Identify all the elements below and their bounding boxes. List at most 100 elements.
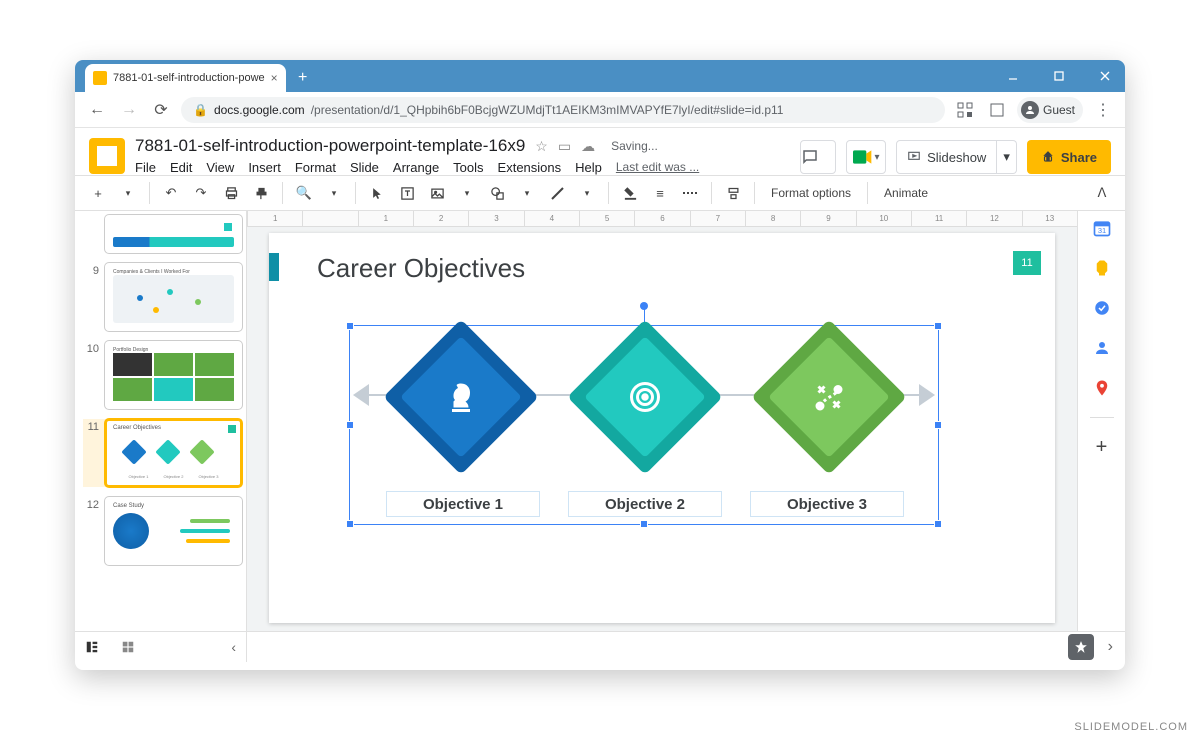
menu-help[interactable]: Help: [575, 160, 602, 175]
menu-format[interactable]: Format: [295, 160, 336, 175]
collapse-filmstrip-button[interactable]: ‹: [231, 639, 236, 655]
objective-2-label[interactable]: Objective 2: [568, 491, 722, 517]
back-button[interactable]: ←: [85, 98, 109, 122]
line-tool[interactable]: [544, 180, 570, 206]
qr-icon[interactable]: [953, 98, 977, 122]
select-tool[interactable]: [364, 180, 390, 206]
slide-thumb-10[interactable]: 10Portfolio Design: [83, 341, 242, 409]
expand-sidepanel-button[interactable]: ›: [1108, 638, 1113, 656]
browser-menu-button[interactable]: ⋮: [1091, 98, 1115, 122]
watermark: SLIDEMODEL.COM: [1074, 721, 1188, 733]
avatar-icon: [1021, 101, 1039, 119]
diamond-2[interactable]: [590, 342, 700, 452]
image-dropdown[interactable]: ▾: [454, 180, 480, 206]
slideshow-dropdown[interactable]: ▾: [997, 140, 1017, 174]
menu-file[interactable]: File: [135, 160, 156, 175]
slide-thumb-12[interactable]: 12Case Study: [83, 497, 242, 565]
url-input[interactable]: 🔒 docs.google.com/presentation/d/1_QHpbi…: [181, 97, 945, 123]
profile-button[interactable]: Guest: [1017, 97, 1083, 123]
keep-icon[interactable]: [1091, 257, 1113, 279]
menu-insert[interactable]: Insert: [248, 160, 281, 175]
minimize-button[interactable]: [999, 62, 1027, 90]
contacts-icon[interactable]: [1091, 337, 1113, 359]
paint-format-button[interactable]: [248, 180, 274, 206]
canvas-area[interactable]: 112345678910111213 Career Objectives 11: [247, 211, 1077, 631]
doc-title[interactable]: 7881-01-self-introduction-powerpoint-tem…: [135, 136, 525, 156]
format-options-button[interactable]: Format options: [763, 186, 859, 200]
comments-button[interactable]: [800, 140, 836, 174]
animate-button[interactable]: Animate: [876, 186, 936, 200]
resize-handle-br[interactable]: [934, 520, 942, 528]
diamond-1[interactable]: [406, 342, 516, 452]
new-tab-button[interactable]: +: [292, 67, 314, 89]
resize-handle-tr[interactable]: [934, 322, 942, 330]
slideshow-button[interactable]: Slideshow: [896, 140, 997, 174]
menu-edit[interactable]: Edit: [170, 160, 192, 175]
slides-logo-icon[interactable]: [89, 138, 125, 174]
profile-label: Guest: [1043, 103, 1075, 117]
slide-canvas[interactable]: Career Objectives 11: [269, 233, 1055, 623]
cloud-saving-icon: ☁: [581, 138, 595, 155]
fill-color-button[interactable]: [617, 180, 643, 206]
textbox-tool[interactable]: [394, 180, 420, 206]
target-icon: [627, 379, 663, 415]
slide-thumb-11[interactable]: 11Career ObjectivesObjective 1Objective …: [83, 419, 242, 487]
last-edit-link[interactable]: Last edit was ...: [616, 160, 699, 175]
border-dash-icon[interactable]: [677, 180, 703, 206]
meet-button[interactable]: ▾: [846, 140, 886, 174]
undo-button[interactable]: ↶: [158, 180, 184, 206]
resize-handle-bl[interactable]: [346, 520, 354, 528]
close-tab-icon[interactable]: ×: [271, 71, 278, 85]
slide-title[interactable]: Career Objectives: [317, 253, 525, 284]
calendar-icon[interactable]: 31: [1091, 217, 1113, 239]
collapse-toolbar-button[interactable]: ᐱ: [1089, 180, 1115, 206]
selected-group[interactable]: Objective 1 Objective 2 Objective 3: [349, 325, 939, 525]
maximize-button[interactable]: [1045, 62, 1073, 90]
zoom-dropdown[interactable]: ▾: [321, 180, 347, 206]
new-slide-dropdown[interactable]: ▾: [115, 180, 141, 206]
diamond-3[interactable]: [774, 342, 884, 452]
toolbar: + ▾ ↶ ↷ 🔍 ▾ ▾ ▾ ▾ ≡ Format options Anima…: [75, 175, 1125, 211]
browser-tab[interactable]: 7881-01-self-introduction-powe ×: [85, 64, 286, 92]
reload-button[interactable]: ⟳: [149, 98, 173, 122]
explore-button[interactable]: [1068, 634, 1094, 660]
resize-handle-mr[interactable]: [934, 421, 942, 429]
slide-thumb-9[interactable]: 9Companies & Clients I Worked For: [83, 263, 242, 331]
translate-icon[interactable]: [985, 98, 1009, 122]
forward-button[interactable]: →: [117, 98, 141, 122]
move-icon[interactable]: ▭: [558, 138, 571, 155]
grid-view-button[interactable]: [121, 640, 135, 654]
close-window-button[interactable]: [1091, 62, 1119, 90]
print-button[interactable]: [218, 180, 244, 206]
objective-1-label[interactable]: Objective 1: [386, 491, 540, 517]
menu-slide[interactable]: Slide: [350, 160, 379, 175]
filmstrip-view-button[interactable]: [85, 640, 99, 654]
resize-handle-ml[interactable]: [346, 421, 354, 429]
addons-button[interactable]: +: [1091, 436, 1113, 458]
window-controls: [999, 60, 1119, 92]
menu-extensions[interactable]: Extensions: [498, 160, 562, 175]
align-button[interactable]: [720, 180, 746, 206]
resize-handle-bm[interactable]: [640, 520, 648, 528]
shape-dropdown[interactable]: ▾: [514, 180, 540, 206]
new-slide-button[interactable]: +: [85, 180, 111, 206]
slide-thumb-8[interactable]: [83, 215, 242, 253]
menu-view[interactable]: View: [206, 160, 234, 175]
maps-icon[interactable]: [1091, 377, 1113, 399]
shape-tool[interactable]: [484, 180, 510, 206]
url-host: docs.google.com: [214, 103, 305, 117]
share-button[interactable]: Share: [1027, 140, 1111, 174]
tasks-icon[interactable]: [1091, 297, 1113, 319]
menu-tools[interactable]: Tools: [453, 160, 483, 175]
line-dropdown[interactable]: ▾: [574, 180, 600, 206]
star-icon[interactable]: ☆: [535, 138, 548, 155]
filmstrip[interactable]: 9Companies & Clients I Worked For 10Port…: [75, 211, 246, 631]
border-menu-icon[interactable]: ≡: [647, 180, 673, 206]
objective-3-label[interactable]: Objective 3: [750, 491, 904, 517]
resize-handle-tl[interactable]: [346, 322, 354, 330]
rotation-handle[interactable]: [640, 302, 648, 310]
menu-arrange[interactable]: Arrange: [393, 160, 439, 175]
image-tool[interactable]: [424, 180, 450, 206]
redo-button[interactable]: ↷: [188, 180, 214, 206]
zoom-button[interactable]: 🔍: [291, 180, 317, 206]
